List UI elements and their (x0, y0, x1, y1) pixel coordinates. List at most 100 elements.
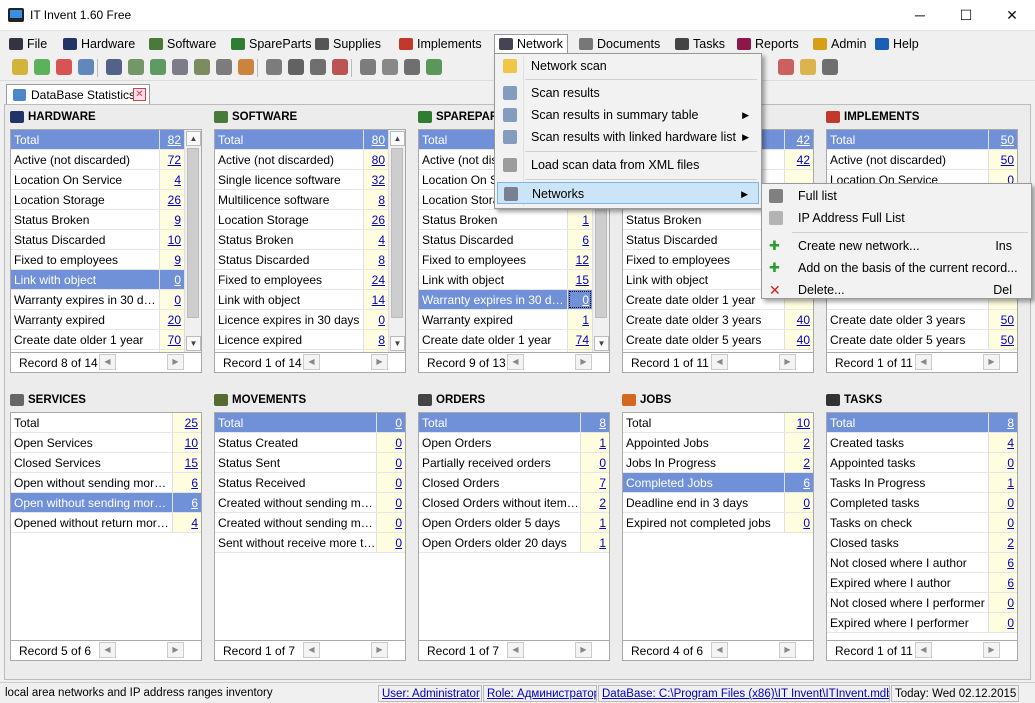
qr-icon[interactable] (404, 59, 420, 75)
grid-row[interactable]: Total 0 (215, 413, 405, 433)
next-record-icon[interactable]: ▶ (779, 354, 796, 370)
row-value-link[interactable]: 12 (568, 250, 592, 269)
grid-row[interactable]: Open Orders older 20 days 1 (419, 533, 609, 553)
next-record-icon[interactable]: ▶ (983, 642, 1000, 658)
row-value-link[interactable]: 0 (160, 270, 184, 289)
grid-row[interactable]: Opened without return more th... 4 (11, 513, 201, 533)
row-value-link[interactable]: 0 (160, 290, 184, 309)
row-value-link[interactable]: 0 (785, 493, 813, 512)
next-record-icon[interactable]: ▶ (575, 354, 592, 370)
row-value-link[interactable]: 8 (581, 413, 609, 432)
row-value-link[interactable]: 6 (173, 473, 201, 492)
networks-submenu-item[interactable]: ✚ Create new network... Ins (764, 235, 1030, 257)
previous-record-icon[interactable]: ◀ (99, 354, 116, 370)
row-value-link[interactable]: 0 (377, 473, 405, 492)
grid-row[interactable]: Active (not discarded) 80 (215, 150, 405, 170)
grid-row[interactable]: Active (not discarded) 72 (11, 150, 201, 170)
next-record-icon[interactable]: ▶ (167, 642, 184, 658)
previous-record-icon[interactable]: ◀ (915, 642, 932, 658)
grid-row[interactable]: Open Orders 1 (419, 433, 609, 453)
grid-row[interactable]: Not closed where I performer 0 (827, 593, 1017, 613)
row-value-link[interactable]: 2 (785, 453, 813, 472)
row-value-link[interactable]: 40 (785, 330, 813, 349)
add-icon[interactable] (34, 59, 50, 75)
row-value-link[interactable]: 40 (785, 310, 813, 329)
row-value-link[interactable]: 72 (160, 150, 184, 169)
scroll-up-icon[interactable]: ▲ (186, 131, 201, 146)
next-record-icon[interactable]: ▶ (167, 354, 184, 370)
row-value-link[interactable]: 10 (160, 230, 184, 249)
grid-row[interactable]: Total 80 (215, 130, 405, 150)
grid-row[interactable]: Create date older 5 years 50 (827, 330, 1017, 350)
grid-row[interactable]: Jobs In Progress 2 (623, 453, 813, 473)
grid-row[interactable]: Status Sent 0 (215, 453, 405, 473)
supplies-icon[interactable] (172, 59, 188, 75)
row-value-link[interactable]: 14 (364, 290, 388, 309)
grid-row[interactable]: Status Broken 4 (215, 230, 405, 250)
status-user[interactable]: User: Administrator (378, 685, 482, 702)
grid-row[interactable]: Link with object 14 (215, 290, 405, 310)
row-value-link[interactable]: 50 (989, 310, 1017, 329)
row-value-link[interactable]: 1 (989, 473, 1017, 492)
row-value-link[interactable]: 0 (364, 310, 388, 329)
row-value-link[interactable]: 70 (160, 330, 184, 349)
grid-row[interactable]: Warranty expires in 30 days 0 (419, 290, 609, 310)
row-value-link[interactable]: 50 (989, 330, 1017, 349)
row-value-link[interactable]: 1 (581, 433, 609, 452)
row-value-link[interactable]: 0 (377, 453, 405, 472)
row-value-link[interactable]: 8 (364, 190, 388, 209)
grid-row[interactable]: Create date older 3 years 40 (623, 310, 813, 330)
row-value-link[interactable]: 32 (364, 170, 388, 189)
row-value-link[interactable]: 0 (377, 533, 405, 552)
grid-row[interactable]: Status Broken 1 (419, 210, 609, 230)
row-value-link[interactable]: 6 (785, 473, 813, 492)
grid-row[interactable]: Total 50 (827, 130, 1017, 150)
network-menu-item[interactable]: Networks ▶ (497, 182, 759, 204)
status-database[interactable]: DataBase: C:\Program Files (x86)\IT Inve… (598, 685, 890, 702)
grid-row[interactable]: Sent without receive more the... 0 (215, 533, 405, 553)
row-value-link[interactable]: 50 (989, 130, 1017, 149)
row-value-link[interactable]: 42 (785, 130, 813, 149)
row-value-link[interactable]: 4 (364, 230, 388, 249)
row-value-link[interactable]: 0 (989, 493, 1017, 512)
networks-submenu-item[interactable]: IP Address Full List (764, 207, 1030, 229)
row-value-link[interactable]: 1 (568, 210, 592, 229)
copy-icon[interactable] (78, 59, 94, 75)
row-value-link[interactable]: 10 (785, 413, 813, 432)
row-value-link[interactable]: 15 (568, 270, 592, 289)
grid-row[interactable]: Create date older 1 year 70 (11, 330, 201, 350)
grid-row[interactable]: Create date older 5 years 40 (623, 330, 813, 350)
grid-row[interactable]: Status Created 0 (215, 433, 405, 453)
grid-row[interactable]: Open without sending more th... 6 (11, 473, 201, 493)
grid-row[interactable]: Expired not completed jobs 0 (623, 513, 813, 533)
grid-row[interactable]: Licence expires in 30 days 0 (215, 310, 405, 330)
status-role[interactable]: Role: Администратор (483, 685, 597, 702)
next-record-icon[interactable]: ▶ (371, 642, 388, 658)
networks-submenu-item[interactable]: ✕ Delete... Del (764, 279, 1030, 301)
barcode-icon[interactable] (288, 59, 304, 75)
row-value-link[interactable]: 26 (364, 210, 388, 229)
search-icon[interactable] (12, 59, 28, 75)
tab-database-statistics[interactable]: DataBase Statistics ✕ (6, 84, 150, 104)
row-value-link[interactable]: 80 (364, 150, 388, 169)
excel-icon[interactable] (382, 59, 398, 75)
row-value-link[interactable]: 2 (785, 433, 813, 452)
row-value-link[interactable]: 8 (989, 413, 1017, 432)
menu-hardware[interactable]: Hardware (58, 34, 140, 54)
grid-row[interactable]: Multilicence software 8 (215, 190, 405, 210)
vertical-scrollbar[interactable]: ▲▼ (184, 130, 201, 352)
row-value-link[interactable]: 20 (160, 310, 184, 329)
network-menu-item[interactable]: Network scan (497, 55, 759, 77)
menu-supplies[interactable]: Supplies (310, 34, 386, 54)
row-value-link[interactable]: 0 (989, 453, 1017, 472)
previous-record-icon[interactable]: ◀ (711, 642, 728, 658)
spareparts-icon[interactable] (150, 59, 166, 75)
grid-row[interactable]: Total 10 (623, 413, 813, 433)
row-value-link[interactable]: 4 (989, 433, 1017, 452)
row-value-link[interactable]: 74 (568, 330, 592, 349)
row-value-link[interactable]: 2 (581, 493, 609, 512)
row-value-link[interactable]: 0 (377, 513, 405, 532)
grid-row[interactable]: Fixed to employees 12 (419, 250, 609, 270)
row-value-link[interactable]: 25 (173, 413, 201, 432)
grid-row[interactable]: Location Storage 26 (215, 210, 405, 230)
